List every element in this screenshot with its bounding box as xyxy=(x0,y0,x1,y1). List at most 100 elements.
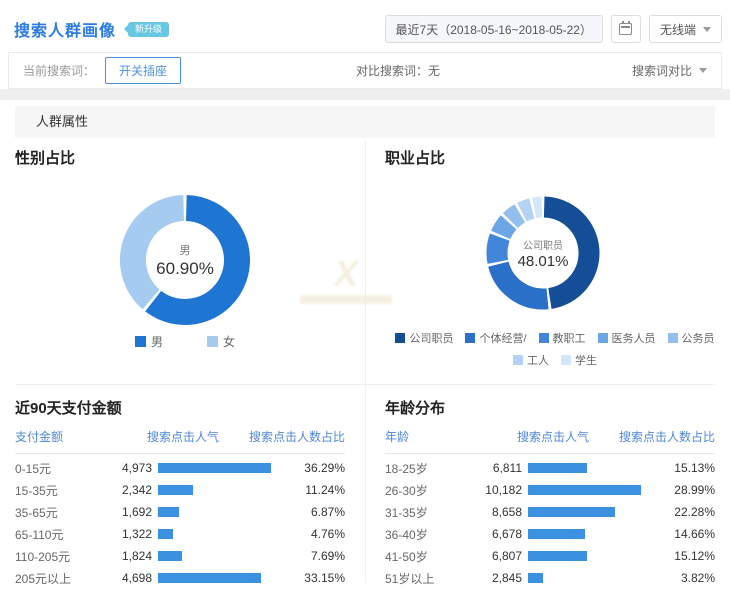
age-table: 年龄 搜索点击人气 搜索点击人数占比 18-25岁6,81115.13%26-3… xyxy=(385,428,715,589)
col-header-share: 搜索点击人数占比 xyxy=(249,428,345,445)
row-label: 205元以上 xyxy=(15,570,110,587)
legend-item-女[interactable]: 女 xyxy=(207,333,235,350)
legend-label: 教职工 xyxy=(553,330,586,346)
age-table-title: 年龄分布 xyxy=(385,397,445,418)
current-keyword-button[interactable]: 开关插座 xyxy=(105,57,181,84)
row-bar xyxy=(528,507,615,517)
table-row: 26-30岁10,182 28.99% xyxy=(385,479,715,501)
row-value: 1,824 xyxy=(110,549,152,563)
row-pct: 28.99% xyxy=(674,483,715,497)
legend-label: 公司职员 xyxy=(409,330,453,346)
donut-segment-工人 xyxy=(522,208,532,212)
row-pct: 11.24% xyxy=(305,483,345,497)
col-header-age: 年龄 xyxy=(385,428,517,445)
calendar-icon xyxy=(619,23,632,35)
page-title: 搜索人群画像 xyxy=(14,17,116,41)
row-label: 35-65元 xyxy=(15,504,110,521)
table-row: 35-65元1,6926.87% xyxy=(15,501,345,523)
row-pct: 36.29% xyxy=(304,461,345,475)
row-label: 15-35元 xyxy=(15,482,110,499)
row-label: 65-110元 xyxy=(15,526,110,543)
occupation-donut-chart: 公司职员 48.01% xyxy=(478,188,608,318)
legend-swatch xyxy=(561,355,571,365)
row-label: 18-25岁 xyxy=(385,460,480,477)
table-row: 0-15元4,97336.29% xyxy=(15,457,345,479)
row-bar xyxy=(528,573,543,583)
row-bar xyxy=(158,551,182,561)
row-bar xyxy=(158,507,179,517)
keyword-compare-toggle[interactable]: 搜索词对比 xyxy=(632,62,707,79)
legend-item-公司职员[interactable]: 公司职员 xyxy=(395,330,453,346)
col-header-popularity: 搜索点击人气 xyxy=(147,428,249,445)
compare-keyword-text: 对比搜索词：无 xyxy=(356,62,440,79)
row-label: 26-30岁 xyxy=(385,482,480,499)
donut-segment-公司职员 xyxy=(544,207,589,298)
table-row: 36-40岁6,67814.66% xyxy=(385,523,715,545)
terminal-dropdown[interactable]: 无线端 xyxy=(649,15,722,43)
table-row: 41-50岁6,80715.12% xyxy=(385,545,715,567)
legend-label: 公务员 xyxy=(682,330,715,346)
table-row: 31-35岁8,65822.28% xyxy=(385,501,715,523)
gender-chart-title: 性别占比 xyxy=(15,147,75,168)
table-row: 205元以上4,69833.15% xyxy=(15,567,345,589)
row-bar xyxy=(528,463,587,473)
terminal-label: 无线端 xyxy=(660,21,696,38)
watermark-logo: X xyxy=(300,256,392,292)
row-label: 31-35岁 xyxy=(385,504,480,521)
current-keyword-label: 当前搜索词： xyxy=(23,62,95,79)
table-row: 51岁以上2,8453.82% xyxy=(385,567,715,589)
chevron-down-icon xyxy=(699,68,707,77)
gender-legend: 男女 xyxy=(40,333,330,350)
row-label: 51岁以上 xyxy=(385,570,480,587)
row-value: 4,973 xyxy=(110,461,152,475)
row-value: 10,182 xyxy=(480,483,522,497)
legend-label: 工人 xyxy=(527,352,549,368)
watermark: X xyxy=(300,256,392,304)
donut-segment-女 xyxy=(133,208,184,299)
row-bar xyxy=(528,529,585,539)
donut-segment-教职工 xyxy=(497,237,500,262)
col-header-share: 搜索点击人数占比 xyxy=(619,428,715,445)
legend-item-公务员[interactable]: 公务员 xyxy=(668,330,715,346)
payment-table: 支付金额 搜索点击人气 搜索点击人数占比 0-15元4,97336.29%15-… xyxy=(15,428,345,589)
legend-item-教职工[interactable]: 教职工 xyxy=(539,330,586,346)
legend-item-男[interactable]: 男 xyxy=(135,333,163,350)
row-value: 6,678 xyxy=(480,527,522,541)
section-crowd-attributes: 人群属性 xyxy=(15,106,715,138)
row-value: 6,811 xyxy=(480,461,522,475)
legend-swatch xyxy=(395,333,405,343)
row-label: 110-205元 xyxy=(15,548,110,565)
page-header: 搜索人群画像 新升级 最近7天（2018-05-16~2018-05-22） 无… xyxy=(14,12,722,46)
row-pct: 7.69% xyxy=(311,549,345,563)
legend-item-医务人员[interactable]: 医务人员 xyxy=(598,330,656,346)
legend-item-学生[interactable]: 学生 xyxy=(561,352,597,368)
row-pct: 15.12% xyxy=(674,549,715,563)
table-row: 15-35元2,34211.24% xyxy=(15,479,345,501)
legend-item-个体经营/[interactable]: 个体经营/ xyxy=(465,330,526,346)
legend-swatch xyxy=(465,333,475,343)
col-header-popularity: 搜索点击人气 xyxy=(517,428,619,445)
row-pct: 22.28% xyxy=(674,505,715,519)
legend-swatch xyxy=(513,355,523,365)
legend-swatch xyxy=(207,336,218,347)
keyword-compare-label: 搜索词对比 xyxy=(632,62,692,79)
row-pct: 14.66% xyxy=(674,527,715,541)
age-table-header: 年龄 搜索点击人气 搜索点击人数占比 xyxy=(385,428,715,454)
row-value: 6,807 xyxy=(480,549,522,563)
occupation-legend: 公司职员个体经营/教职工 医务人员 公务员工人 学生 xyxy=(392,330,718,368)
calendar-button[interactable] xyxy=(611,15,641,43)
donut-segment-个体经营/ xyxy=(498,264,547,299)
legend-label: 女 xyxy=(223,333,235,350)
date-range-button[interactable]: 最近7天（2018-05-16~2018-05-22） xyxy=(385,15,603,43)
row-bar xyxy=(158,573,261,583)
row-value: 1,322 xyxy=(110,527,152,541)
donut-segment-学生 xyxy=(534,207,542,208)
legend-label: 医务人员 xyxy=(612,330,656,346)
occupation-chart-title: 职业占比 xyxy=(385,147,445,168)
legend-item-工人[interactable]: 工人 xyxy=(513,352,549,368)
page-divider xyxy=(0,89,730,100)
col-header-payment: 支付金额 xyxy=(15,428,147,445)
row-bar xyxy=(158,485,193,495)
legend-label: 学生 xyxy=(575,352,597,368)
date-range-label: 最近7天（2018-05-16~2018-05-22） xyxy=(396,21,592,38)
